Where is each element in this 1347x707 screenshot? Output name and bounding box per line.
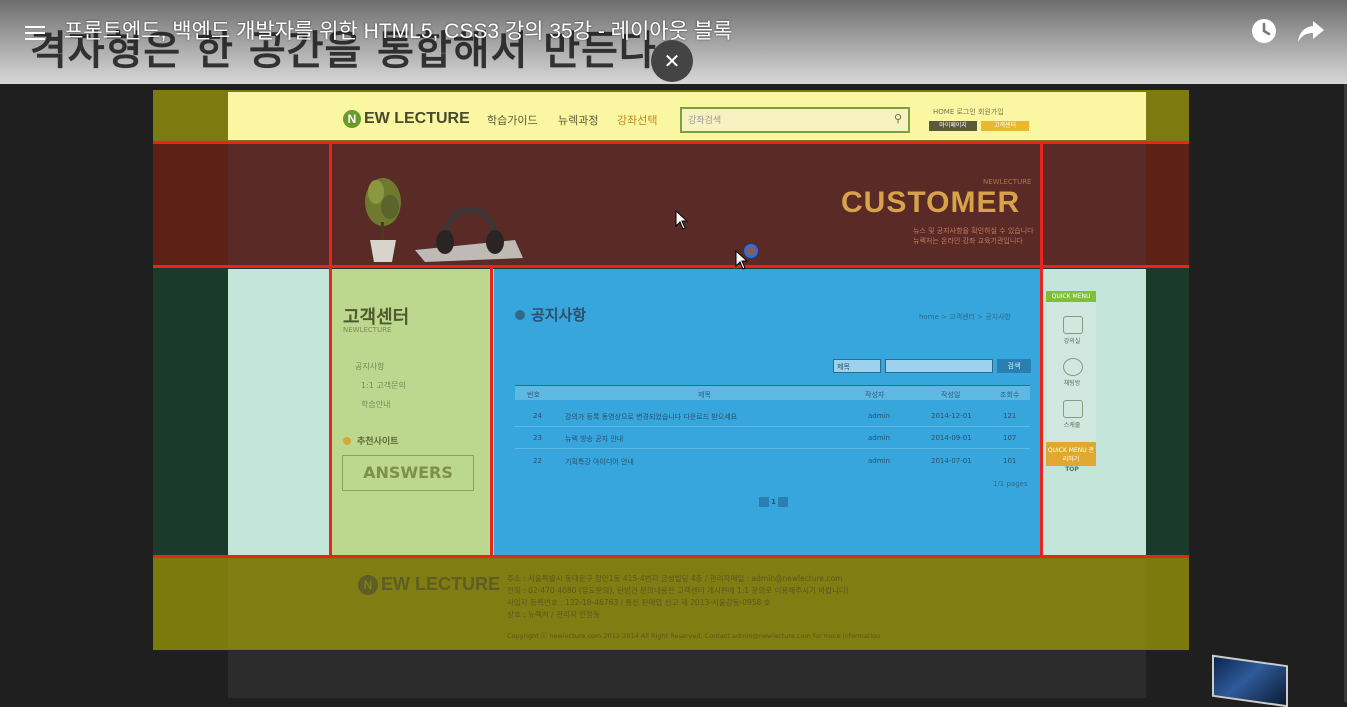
table-cell-date: 2014-09-01: [931, 434, 972, 442]
close-overlay-button[interactable]: ✕: [651, 40, 693, 82]
visual-small-label: NEWLECTURE: [983, 178, 1032, 186]
table-row: 24: [533, 412, 542, 420]
customer-button: 고객센터: [981, 121, 1029, 131]
table-cell-writer: admin: [868, 412, 890, 420]
grid-line-vertical-3: [1040, 141, 1043, 558]
table-header-title: 제목: [698, 391, 711, 399]
next-page-icon: [777, 497, 788, 507]
site-logo: N EW LECTURE: [343, 110, 470, 128]
footer-info-line: 상호 : 뉴렉처 / 관리자 인정동: [507, 610, 600, 619]
video-title[interactable]: 프론트엔드, 백엔드 개발자를 위한 HTML5, CSS3 강의 35강 - …: [64, 15, 732, 45]
sidebar-item-inquiry: 1:1 고객문의: [361, 381, 406, 390]
row-divider: [515, 448, 1030, 449]
table-cell-views: 101: [1003, 457, 1017, 465]
footer-logo: N EW LECTURE: [358, 574, 500, 596]
post-count: 1/1 pages: [993, 480, 1028, 488]
sidebar-subtitle: NEWLECTURE: [343, 326, 392, 334]
grid-line-vertical-2: [490, 265, 493, 558]
quick-item-schedule: 스케줄: [1063, 422, 1081, 429]
recommend-site-title: 추천사이트: [343, 434, 398, 447]
watch-later-clock-icon[interactable]: [1251, 18, 1277, 44]
mypage-button: 마이페이지: [929, 121, 977, 131]
current-page: 1: [771, 498, 776, 506]
plant-image: [365, 178, 401, 262]
util-links: HOME 로그인 회원가입: [933, 108, 1004, 116]
quick-item-chat: 채팅방: [1063, 380, 1081, 387]
mouse-cursor-icon: [675, 210, 689, 230]
table-header-writer: 작성자: [865, 391, 885, 399]
loading-spinner-icon: [744, 244, 758, 258]
grid-line-vertical-1: [329, 141, 332, 558]
table-header-views: 조회수: [1000, 391, 1020, 399]
table-header-date: 작성일: [941, 391, 961, 399]
visual-line-1: 뉴스 및 공지사항을 확인하실 수 있습니다: [913, 227, 1034, 235]
site-logo-text: EW LECTURE: [364, 110, 470, 128]
site-search-placeholder: 강좌검색: [688, 116, 722, 126]
sidebar-item-guide: 학습안내: [361, 400, 391, 409]
footer-copyright: Copyright ⓒ newlecture.com 2012-2014 All…: [507, 632, 881, 640]
table-cell-title: 뉴렉 방송 공지 안내: [565, 435, 624, 443]
quick-item-classroom: 강의실: [1063, 338, 1081, 345]
table-cell-title: 기획특강 아이디어 안내: [565, 458, 634, 466]
notice-title: 공지사항: [515, 304, 586, 325]
grid-line-horizontal-1: [153, 141, 1189, 144]
table-row: 23: [533, 434, 542, 442]
site-search-box: 강좌검색 ⚲: [680, 107, 910, 133]
footer-info-line: 사업자 등록번호 : 132-18-46763 / 통신 판매업 신고 제 20…: [507, 598, 771, 607]
table-cell-writer: admin: [868, 434, 890, 442]
footer-logo-text: EW LECTURE: [381, 574, 500, 594]
nav-item-course: 뉴렉과정: [558, 114, 599, 127]
pagination: 1: [757, 497, 790, 507]
grid-line-horizontal-3: [153, 555, 1189, 558]
table-cell-date: 2014-07-01: [931, 457, 972, 465]
classroom-icon: [1063, 316, 1083, 334]
quick-menu-manage: QUICK MENU 관리하기: [1046, 442, 1096, 466]
search-field-select: 제목: [833, 359, 881, 373]
footer-info-line: 전화 : 02-470-4080 (유도문의), 탄방건 문의내용은 고객센터 …: [507, 586, 849, 595]
table-header-no: 번호: [527, 391, 540, 399]
table-cell-writer: admin: [868, 457, 890, 465]
share-arrow-icon[interactable]: [1297, 18, 1325, 44]
chat-face-icon: [1063, 358, 1083, 376]
grid-line-horizontal-2: [153, 265, 1189, 268]
table-cell-date: 2014-12-01: [931, 412, 972, 420]
sidebar-item-notice: 공지사항: [355, 362, 385, 371]
table-row: 22: [533, 457, 542, 465]
table-cell-views: 121: [1003, 412, 1017, 420]
visual-title: CUSTOMER: [841, 186, 1021, 219]
playlist-menu-icon[interactable]: [25, 26, 45, 40]
prev-page-icon: [759, 497, 769, 507]
quick-menu-title: QUICK MENU: [1046, 291, 1096, 302]
quick-item-top: TOP: [1065, 466, 1079, 473]
row-divider: [515, 426, 1030, 427]
search-icon: ⚲: [893, 112, 902, 125]
nav-item-guide: 학습가이드: [487, 114, 538, 127]
answers-banner: ANSWERS: [342, 455, 474, 491]
headset-and-papers-image: [415, 207, 523, 262]
footer-info-line: 주소 : 서울특별시 동대문구 장안1동 415-4번지 금성빌딩 4층 / 관…: [507, 574, 843, 583]
lecture-slide: N EW LECTURE 학습가이드 뉴렉과정 강좌선택 강좌검색 ⚲ HOME …: [153, 90, 1189, 650]
nav-item-select: 강좌선택: [617, 114, 658, 127]
table-cell-views: 107: [1003, 434, 1017, 442]
corner-thumbnail-image: [1212, 654, 1288, 707]
slide-shadow-area: [228, 650, 1146, 698]
table-cell-title: 강의가 등록 동영상으로 변경되었습니다 다운로드 받으세요: [565, 413, 738, 421]
notice-search-button: 검색: [997, 359, 1031, 373]
visual-line-2: 뉴렉처는 온라인 강좌 교육기관입니다: [913, 237, 1023, 245]
notice-search-input: [885, 359, 993, 373]
schedule-calendar-icon: [1063, 400, 1083, 418]
breadcrumb: home > 고객센터 > 공지사항: [919, 313, 1011, 321]
